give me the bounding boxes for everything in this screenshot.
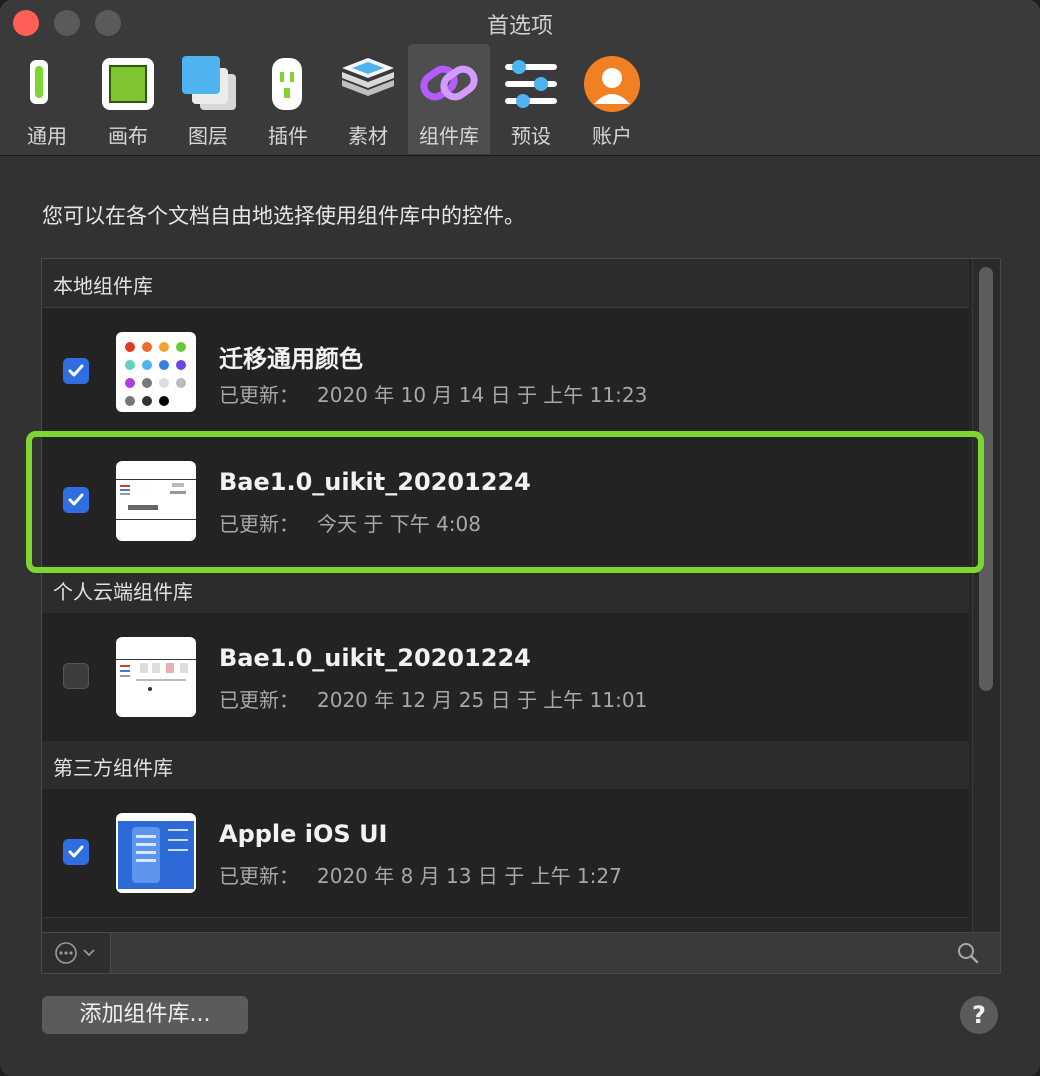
library-name: Bae1.0_uikit_20201224	[219, 644, 531, 672]
library-checkbox[interactable]	[63, 839, 89, 865]
library-name: Apple iOS UI	[219, 820, 388, 848]
ios-ui-thumbnail	[118, 821, 194, 889]
library-updated: 已更新： 2020 年 10 月 14 日 于 上午 11:23	[219, 379, 647, 408]
presets-icon	[505, 60, 557, 108]
preferences-window: 首选项 通用 画布 图层 插件 素材 组件库 预设 账户 您可以在各个文档自由地…	[0, 0, 1040, 1076]
tab-plugins[interactable]: 插件	[247, 44, 329, 154]
tab-label: 预设	[511, 124, 551, 148]
library-checkbox[interactable]	[63, 358, 89, 384]
window-title: 首选项	[486, 14, 553, 39]
library-thumbnail	[116, 332, 196, 412]
section-header-third-party: 第三方组件库	[42, 741, 969, 790]
account-icon	[584, 56, 640, 112]
tab-label: 组件库	[419, 124, 479, 148]
help-button[interactable]: ?	[960, 996, 998, 1034]
add-library-button[interactable]: 添加组件库...	[42, 996, 248, 1034]
search-icon	[958, 943, 979, 964]
plugin-icon	[272, 58, 302, 110]
libraries-icon	[420, 65, 478, 101]
vertical-scrollbar[interactable]	[972, 259, 1000, 934]
section-title: 本地组件库	[53, 274, 153, 298]
tab-label: 插件	[268, 124, 308, 148]
section-title: 第三方组件库	[53, 756, 173, 780]
options-menu-button[interactable]	[42, 933, 111, 973]
tab-presets[interactable]: 预设	[490, 44, 572, 154]
tab-label: 通用	[27, 124, 67, 148]
library-list: 本地组件库 迁移通用颜色 已更新： 2020 年 10 月 14 日 于 上午 1…	[41, 258, 1001, 935]
more-options-icon	[55, 942, 95, 964]
updated-label: 已更新：	[219, 864, 299, 888]
checkmark-icon	[68, 364, 84, 377]
checkmark-icon	[68, 845, 84, 858]
color-swatches-thumbnail	[125, 342, 186, 406]
tab-label: 素材	[348, 124, 388, 148]
updated-time: 2020 年 10 月 14 日 于 上午 11:23	[317, 383, 648, 407]
library-thumbnail	[116, 637, 196, 717]
selection-highlight	[26, 431, 984, 573]
updated-time: 2020 年 12 月 25 日 于 上午 11:01	[317, 688, 648, 712]
tab-label: 图层	[188, 124, 228, 148]
library-checkbox[interactable]	[63, 663, 89, 689]
filter-bar	[41, 932, 1001, 974]
library-updated: 已更新： 2020 年 12 月 25 日 于 上午 11:01	[219, 684, 647, 713]
section-header-local: 本地组件库	[42, 259, 969, 308]
library-item[interactable]: Bae1.0_uikit_20201224 已更新： 2020 年 12 月 25…	[42, 613, 969, 742]
uikit-thumbnail	[116, 659, 196, 691]
assets-icon	[342, 58, 394, 96]
updated-label: 已更新：	[219, 383, 299, 407]
tab-label: 画布	[108, 124, 148, 148]
updated-label: 已更新：	[219, 688, 299, 712]
library-item[interactable]: 迁移通用颜色 已更新： 2020 年 10 月 14 日 于 上午 11:23	[42, 308, 969, 437]
search-input[interactable]	[111, 933, 1000, 973]
section-title: 个人云端组件库	[53, 580, 193, 604]
tab-canvas[interactable]: 画布	[87, 44, 169, 154]
tab-label: 账户	[592, 124, 632, 148]
updated-time: 2020 年 8 月 13 日 于 上午 1:27	[317, 864, 622, 888]
tab-assets[interactable]: 素材	[327, 44, 409, 154]
library-name: 迁移通用颜色	[219, 345, 363, 373]
tab-layers[interactable]: 图层	[167, 44, 249, 154]
general-icon	[30, 60, 48, 104]
tab-general[interactable]: 通用	[6, 44, 88, 154]
library-thumbnail	[116, 813, 196, 893]
canvas-icon	[102, 58, 154, 110]
tab-libraries[interactable]: 组件库	[408, 44, 490, 154]
tab-account[interactable]: 账户	[571, 44, 653, 154]
library-item[interactable]: Apple iOS UI 已更新： 2020 年 8 月 13 日 于 上午 1:…	[42, 789, 969, 918]
intro-text: 您可以在各个文档自由地选择使用组件库中的控件。	[42, 204, 525, 228]
title-bar: 首选项 通用 画布 图层 插件 素材 组件库 预设 账户	[0, 0, 1040, 156]
library-updated: 已更新： 2020 年 8 月 13 日 于 上午 1:27	[219, 860, 622, 889]
layers-icon	[182, 56, 236, 110]
